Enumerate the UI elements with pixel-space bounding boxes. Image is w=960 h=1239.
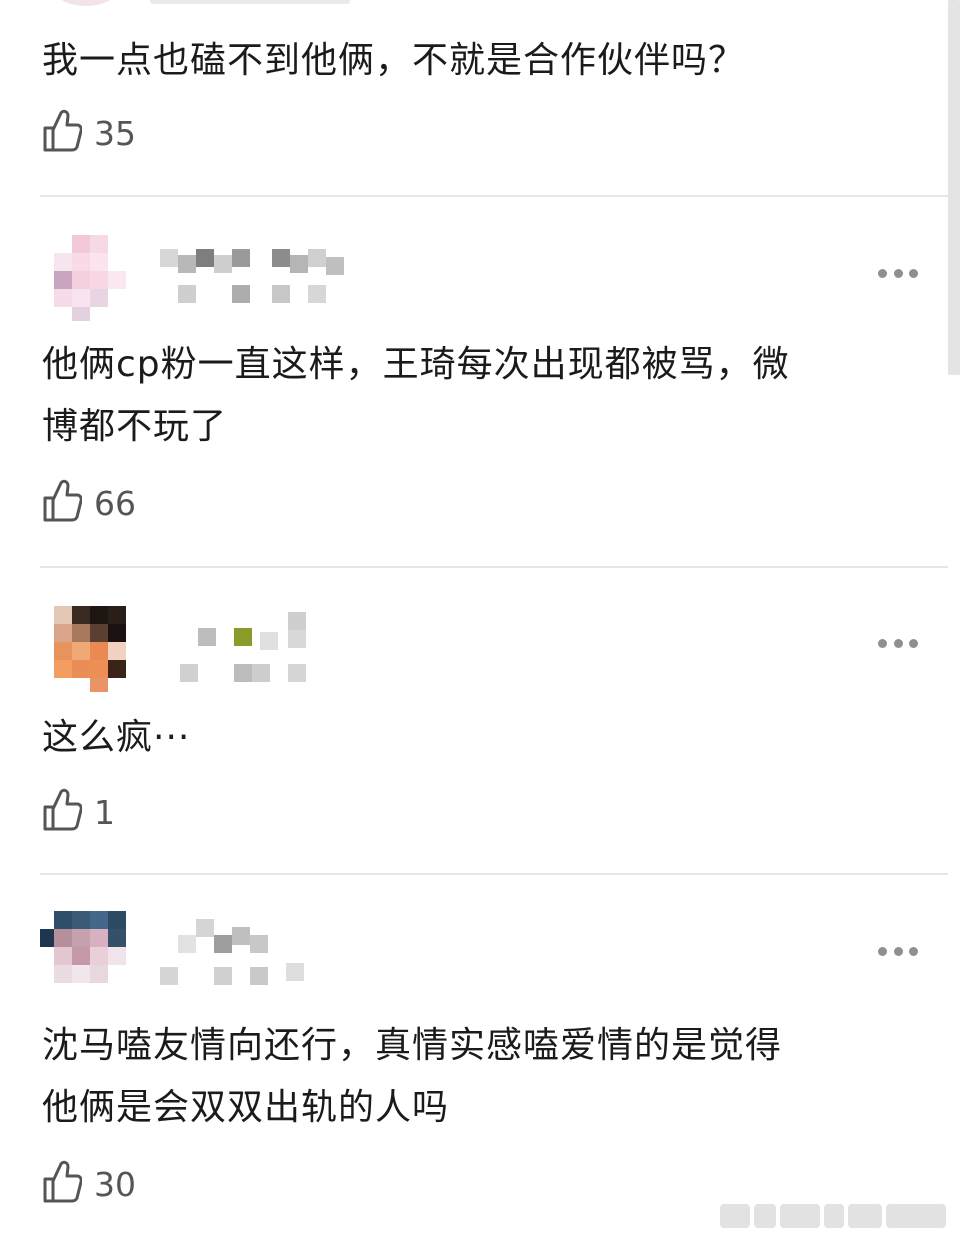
thumbs-up-icon bbox=[42, 479, 83, 527]
avatar[interactable] bbox=[56, 0, 116, 6]
comment-item: 这么疯··· 1 bbox=[0, 568, 948, 874]
like-button[interactable]: 30 bbox=[42, 1160, 136, 1208]
avatar[interactable] bbox=[40, 606, 126, 692]
like-count: 30 bbox=[94, 1164, 136, 1204]
username-blurred bbox=[180, 612, 350, 682]
comment-text: 他俩cp粉一直这样，王琦每次出现都被骂，微 博都不玩了 bbox=[42, 344, 790, 447]
like-button[interactable]: 66 bbox=[42, 479, 136, 527]
thumbs-up-icon bbox=[42, 109, 83, 157]
comment-text: 我一点也磕不到他俩，不就是合作伙伴吗？ bbox=[42, 40, 746, 81]
username-blurred bbox=[160, 249, 360, 309]
more-options-button[interactable] bbox=[878, 267, 918, 279]
more-options-button[interactable] bbox=[878, 945, 918, 957]
comment-item: 沈马嗑友情向还行，真情实感嗑爱情的是觉得 他俩是会双双出轨的人吗 30 bbox=[0, 875, 948, 1239]
like-count: 1 bbox=[94, 792, 115, 832]
scrollbar[interactable] bbox=[948, 0, 960, 375]
like-count: 66 bbox=[94, 483, 136, 523]
more-options-button[interactable] bbox=[878, 637, 918, 649]
comment-text: 沈马嗑友情向还行，真情实感嗑爱情的是觉得 他俩是会双双出轨的人吗 bbox=[42, 1025, 783, 1128]
like-button[interactable]: 1 bbox=[42, 788, 115, 836]
like-count: 35 bbox=[94, 113, 136, 153]
thumbs-up-icon bbox=[42, 788, 83, 836]
comment-text: 这么疯··· bbox=[42, 717, 191, 758]
like-button[interactable]: 35 bbox=[42, 109, 136, 157]
comment-item: 我一点也磕不到他俩，不就是合作伙伴吗？ 35 bbox=[0, 0, 948, 197]
thumbs-up-icon bbox=[42, 1160, 83, 1208]
avatar[interactable] bbox=[40, 235, 126, 321]
comment-meta-blurred bbox=[150, 0, 350, 4]
username-blurred bbox=[160, 919, 360, 985]
avatar[interactable] bbox=[40, 911, 126, 997]
comment-item: 他俩cp粉一直这样，王琦每次出现都被骂，微 博都不玩了 66 bbox=[0, 197, 948, 567]
watermark bbox=[720, 1204, 946, 1228]
